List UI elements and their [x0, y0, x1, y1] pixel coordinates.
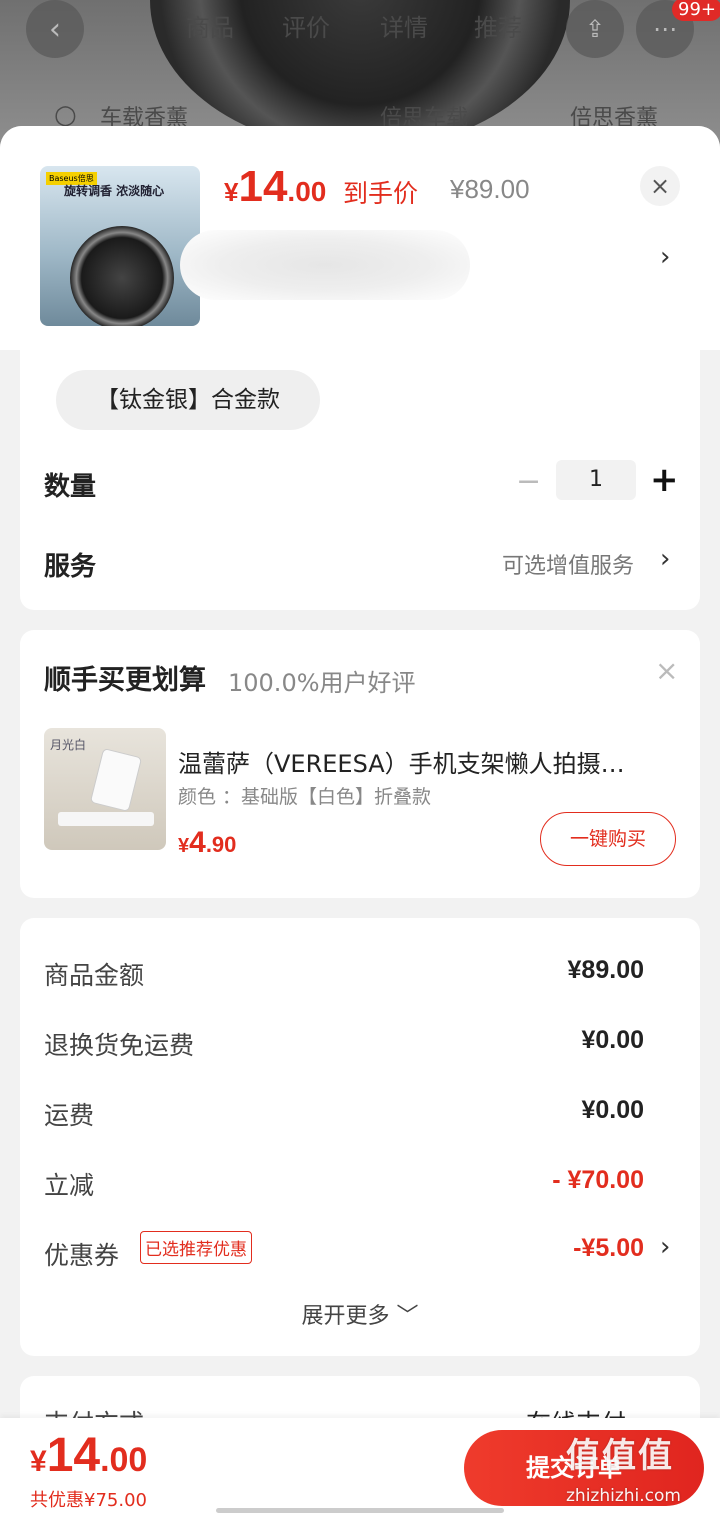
bundle-subtitle: 100.0%用户好评: [228, 669, 416, 697]
product-image: [70, 226, 174, 326]
purchase-sheet: Baseus倍思 旋转调香 浓淡随心 ¥14.00 到手价 ¥89.00 × ›…: [0, 126, 720, 1516]
bundle-product-name[interactable]: 温蕾萨（VEREESA）手机支架懒人拍摄…: [178, 744, 668, 779]
chevron-right-icon[interactable]: ›: [660, 544, 670, 574]
summary-label: 商品金额: [44, 961, 145, 990]
tab-recommend[interactable]: 推荐: [474, 8, 522, 43]
total-savings: 共优惠¥75.00: [30, 1490, 147, 1511]
final-price-tag: 到手价: [343, 179, 419, 208]
summary-label: 退换货免运费: [44, 1031, 195, 1060]
quantity-minus-button[interactable]: −: [516, 464, 541, 499]
bundle-product-spec: 颜色 ：基础版【白色】折叠款: [178, 786, 432, 808]
bundle-product-image[interactable]: 月光白: [44, 728, 166, 850]
summary-label: 运费: [44, 1101, 95, 1130]
tab-reviews[interactable]: 评价: [282, 8, 330, 43]
bundle-image-caption: 月光白: [50, 738, 87, 752]
service-label: 服务: [44, 552, 97, 582]
discount-value: - ¥70.00: [552, 1166, 644, 1194]
tab-goods[interactable]: 商品: [186, 8, 234, 43]
coupon-label: 优惠券: [44, 1241, 120, 1270]
sheet-header: Baseus倍思 旋转调香 浓淡随心 ¥14.00 到手价 ¥89.00 × ›: [0, 126, 720, 350]
variant-chip[interactable]: 【钛金银】合金款: [56, 370, 320, 430]
summary-value: ¥0.00: [581, 1026, 644, 1054]
quantity-input[interactable]: 1: [556, 460, 636, 500]
coupon-tag: 已选推荐优惠: [140, 1231, 252, 1264]
total-price: ¥14.00: [30, 1429, 148, 1482]
close-icon[interactable]: ×: [640, 166, 680, 206]
expand-more-button[interactable]: 展开更多 ﹀: [0, 1298, 720, 1330]
quantity-label: 数量: [44, 472, 97, 502]
watermark-site: zhizhizhi.com: [566, 1486, 681, 1506]
quantity-plus-button[interactable]: +: [650, 460, 679, 500]
close-icon[interactable]: ×: [655, 654, 678, 687]
bundle-title: 顺手买更划算: [44, 665, 206, 696]
one-click-buy-button[interactable]: 一键购买: [540, 812, 676, 866]
coupon-value[interactable]: -¥5.00: [573, 1234, 644, 1263]
summary-label: 立减: [44, 1171, 95, 1200]
summary-value: ¥0.00: [581, 1096, 644, 1124]
share-icon[interactable]: ⇪: [566, 0, 624, 58]
original-price: ¥89.00: [450, 174, 530, 204]
thumbnail-caption: 旋转调香 浓淡随心: [64, 184, 165, 198]
summary-value: ¥89.00: [567, 956, 644, 984]
product-thumbnail[interactable]: Baseus倍思 旋转调香 浓淡随心: [40, 166, 200, 326]
home-indicator[interactable]: [216, 1508, 504, 1513]
chevron-right-icon[interactable]: ›: [660, 1232, 670, 1262]
message-badge: 99+: [672, 0, 720, 21]
stand-base: [58, 812, 154, 826]
final-price: ¥14.00: [224, 162, 327, 211]
watermark-logo: 值值值: [566, 1436, 674, 1476]
back-icon[interactable]: ‹: [26, 0, 84, 58]
phone-shape: [89, 747, 143, 813]
chevron-right-icon[interactable]: ›: [660, 242, 670, 272]
service-value[interactable]: 可选增值服务: [502, 548, 634, 580]
bundle-price: ¥4.90: [178, 826, 237, 859]
tab-details[interactable]: 详情: [380, 8, 428, 43]
redacted-area: [180, 230, 470, 300]
